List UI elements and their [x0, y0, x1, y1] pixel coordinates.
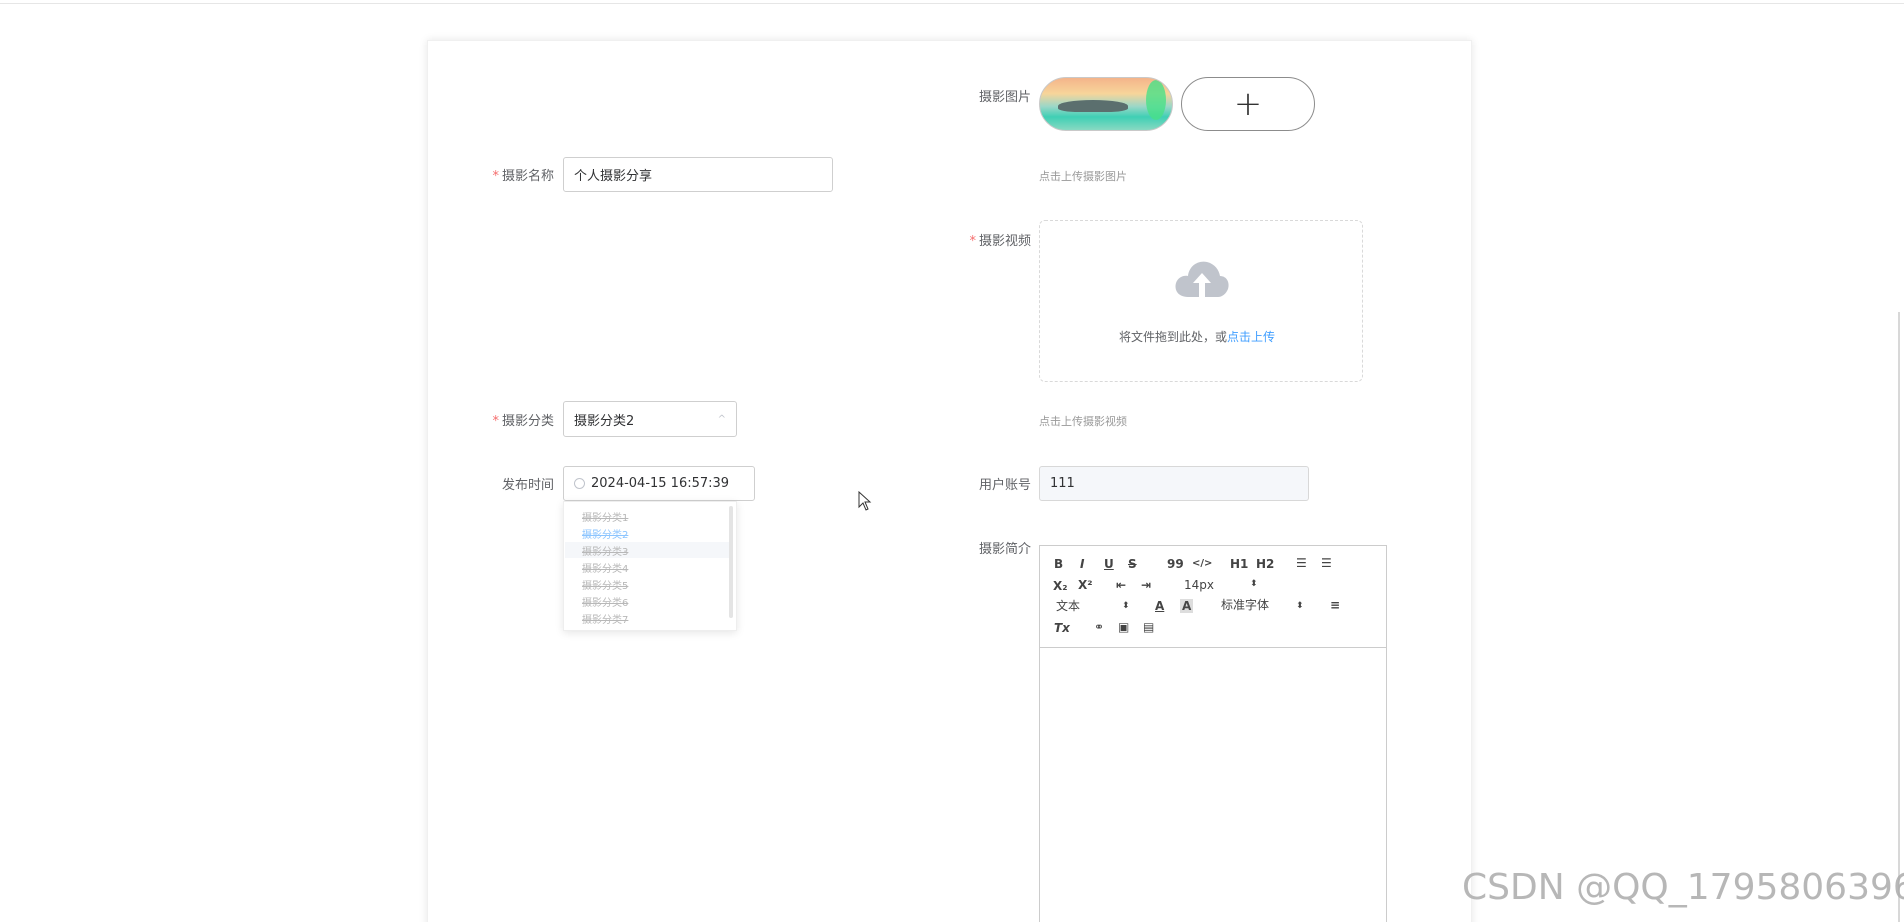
video-label: * 摄影视频	[969, 234, 1031, 249]
page-scrollbar[interactable]	[1898, 312, 1900, 922]
click-upload-link[interactable]: 点击上传	[1227, 330, 1275, 344]
video-dropzone[interactable]: 将文件拖到此处，或点击上传	[1039, 220, 1363, 382]
dropdown-scrollbar[interactable]	[729, 506, 733, 618]
blockquote-button[interactable]: 99	[1167, 557, 1184, 571]
italic-button[interactable]: I	[1080, 557, 1084, 571]
background-color-icon[interactable]: A	[1180, 599, 1194, 613]
dropdown-option[interactable]: 摄影分类5	[582, 577, 628, 592]
publish-time-label: 发布时间	[501, 478, 554, 493]
bold-button[interactable]: B	[1054, 557, 1063, 571]
category-select[interactable]: 摄影分类2 ^	[563, 401, 737, 437]
align-left-icon[interactable]: ≡	[1330, 598, 1340, 612]
cloud-upload-icon	[1175, 261, 1229, 297]
rich-text-editor: B I U S 99 </> H1 H2 ☰ ☰ X₂ X² ⇤ ⇥ 14px …	[1039, 545, 1387, 922]
intro-label: 摄影简介	[978, 542, 1031, 557]
font-color-icon[interactable]: A	[1155, 599, 1164, 613]
editor-content-area[interactable]	[1040, 648, 1386, 922]
dropdown-option[interactable]: 摄影分类6	[582, 594, 628, 609]
uploaded-photo-thumbnail[interactable]	[1039, 77, 1173, 131]
subscript-button[interactable]: X₂	[1053, 579, 1068, 593]
csdn-watermark: CSDN @QQ_1795806396	[1462, 867, 1904, 908]
video-hint: 点击上传摄影视频	[1039, 415, 1127, 428]
video-icon[interactable]: ▤	[1143, 620, 1154, 634]
indent-icon[interactable]: ⇥	[1141, 578, 1151, 592]
font-family-chevron-icon: ⬍	[1296, 601, 1304, 611]
photo-label: 摄影图片	[978, 90, 1031, 105]
dropdown-option[interactable]: 摄影分类3	[582, 543, 628, 558]
clean-format-button[interactable]: Tx	[1054, 621, 1070, 635]
bullet-list-icon[interactable]: ☰	[1321, 556, 1332, 570]
header-select[interactable]: 文本	[1056, 599, 1080, 613]
category-label: * 摄影分类	[492, 414, 554, 429]
account-label: 用户账号	[978, 478, 1031, 493]
h1-button[interactable]: H1	[1230, 557, 1248, 571]
font-size-select[interactable]: 14px	[1184, 578, 1214, 592]
upload-photo-button[interactable]: +	[1181, 77, 1315, 131]
ordered-list-icon[interactable]: ☰	[1296, 556, 1307, 570]
image-icon[interactable]: ▣	[1118, 620, 1129, 634]
underline-button[interactable]: U	[1104, 557, 1114, 571]
mouse-cursor-icon	[858, 491, 872, 511]
name-label: * 摄影名称	[492, 169, 554, 184]
font-family-select[interactable]: 标准字体	[1221, 598, 1269, 612]
dropdown-option[interactable]: 摄影分类1	[582, 509, 628, 524]
dropdown-option[interactable]: 摄影分类4	[582, 560, 628, 575]
outdent-icon[interactable]: ⇤	[1116, 578, 1126, 592]
photo-hint: 点击上传摄影图片	[1039, 170, 1127, 183]
category-dropdown: 摄影分类1 摄影分类2 摄影分类3 摄影分类4 摄影分类5 摄影分类6 摄影分类…	[563, 501, 737, 631]
dropdown-option-selected[interactable]: 摄影分类2	[582, 526, 628, 541]
publish-time-input[interactable]: 2024-04-15 16:57:39	[563, 466, 755, 501]
name-input[interactable]: 个人摄影分享	[563, 157, 833, 192]
plus-icon: +	[1233, 84, 1263, 124]
top-border	[0, 0, 1904, 4]
editor-toolbar: B I U S 99 </> H1 H2 ☰ ☰ X₂ X² ⇤ ⇥ 14px …	[1040, 546, 1386, 648]
h2-button[interactable]: H2	[1256, 557, 1274, 571]
font-size-chevron-icon: ⬍	[1250, 579, 1258, 589]
chevron-up-icon: ^	[717, 413, 726, 425]
clock-icon	[574, 478, 585, 489]
superscript-button[interactable]: X²	[1078, 578, 1093, 592]
code-button[interactable]: </>	[1192, 557, 1212, 571]
header-chevron-icon: ⬍	[1122, 601, 1130, 611]
account-input[interactable]: 111	[1039, 466, 1309, 501]
dropdown-option[interactable]: 摄影分类7	[582, 611, 628, 626]
link-icon[interactable]: ⚭	[1094, 620, 1104, 634]
strike-button[interactable]: S	[1128, 557, 1137, 571]
